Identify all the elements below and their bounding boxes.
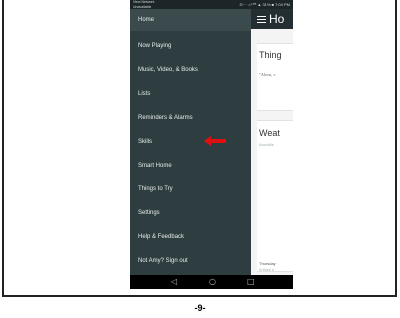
page-border-left: [2, 0, 4, 297]
drawer-item-label: Music, Video, & Books: [138, 67, 198, 73]
drawer-item-reminders-alarms[interactable]: Reminders & Alarms: [130, 107, 251, 129]
weather-card[interactable]: Weat AccuWe Thursday A thick c: [257, 120, 293, 272]
drawer-item-lists[interactable]: Lists: [130, 83, 251, 105]
back-icon[interactable]: ◁: [171, 277, 177, 287]
drawer-item-label: Lists: [138, 91, 151, 97]
app-bar: Ho: [251, 9, 293, 29]
weather-description: A thick c: [259, 267, 274, 272]
drawer-item-label: Skills: [138, 139, 153, 145]
weather-day: Thursday: [259, 261, 276, 266]
status-network-text: View Network: [133, 0, 155, 4]
recents-icon[interactable]: □: [247, 277, 255, 287]
menu-icon[interactable]: [257, 16, 266, 23]
card-title: Thing: [259, 50, 282, 60]
home-content: Ho Thing "Alexa, v Weat AccuWe Thursday …: [251, 9, 293, 275]
carousel-dots: [259, 101, 283, 110]
drawer-item-home[interactable]: Home: [130, 9, 251, 31]
drawer-item-music-video-books[interactable]: Music, Video, & Books: [130, 59, 251, 81]
drawer-item-now-playing[interactable]: Now Playing: [130, 35, 251, 57]
page-border-right: [395, 0, 397, 297]
drawer-item-skills[interactable]: Skills: [130, 131, 251, 153]
drawer-item-label: Things to Try: [138, 186, 173, 192]
drawer-item-settings[interactable]: Settings: [130, 202, 251, 224]
card-subtitle: AccuWe: [259, 142, 274, 147]
drawer-item-label: Now Playing: [138, 43, 172, 49]
drawer-item-help-feedback[interactable]: Help & Feedback: [130, 226, 251, 248]
drawer-item-label: Home: [138, 17, 155, 23]
drawer-item-sign-out[interactable]: Not Amy? Sign out: [130, 250, 251, 272]
status-bar: View Network Unavailable ⊖⋯ ☼ᴸᵀᴱ ▲ 31% ■…: [130, 0, 293, 9]
navigation-drawer: Home Now Playing Music, Video, & Books L…: [130, 9, 251, 275]
drawer-item-label: Smart Home: [138, 163, 172, 169]
android-nav-bar: ◁ ○ □: [130, 275, 293, 289]
card-title: Weat: [259, 128, 280, 138]
red-arrow-annotation-icon: [204, 136, 226, 146]
status-left: View Network Unavailable: [133, 0, 154, 9]
drawer-item-label: Help & Feedback: [138, 234, 185, 240]
home-icon[interactable]: ○: [209, 277, 216, 287]
drawer-item-things-to-try[interactable]: Things to Try: [130, 178, 251, 200]
things-to-try-card[interactable]: Thing "Alexa, v: [257, 43, 293, 111]
card-subtitle: "Alexa, v: [259, 72, 276, 77]
page-number: -9-: [194, 303, 206, 313]
drawer-item-label: Settings: [138, 210, 160, 216]
app-bar-title: Ho: [269, 12, 285, 26]
page-border-bottom: [2, 295, 397, 297]
drawer-item-label: Reminders & Alarms: [138, 115, 193, 121]
drawer-item-smart-home[interactable]: Smart Home: [130, 155, 251, 177]
status-right: ⊖⋯ ☼ᴸᵀᴱ ▲ 31% ■ 7:04 PM: [239, 2, 290, 7]
drawer-item-label: Not Amy? Sign out: [138, 258, 188, 264]
